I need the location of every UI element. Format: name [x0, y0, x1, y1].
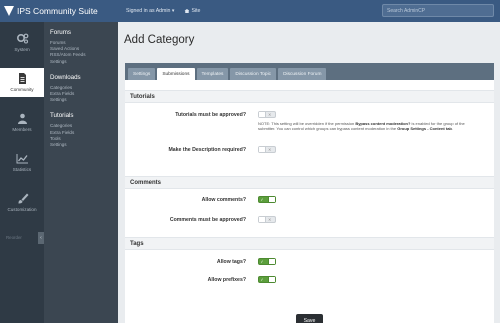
gears-icon: [16, 33, 28, 44]
nav-item-community[interactable]: Community: [0, 68, 44, 97]
tutorials-approve-toggle[interactable]: ✕: [258, 111, 276, 118]
comments-approve-toggle[interactable]: ✕: [258, 216, 276, 223]
toggle-knob: [268, 197, 275, 202]
allow-comments-toggle[interactable]: ✓: [258, 196, 276, 203]
note-text: .: [451, 126, 453, 132]
tutorials-settings: Tutorials must be approved? ✕ NOTE: This…: [125, 103, 494, 176]
nav-item-statistics[interactable]: Statistics: [0, 148, 44, 177]
section-heading-tags: Tags: [125, 237, 494, 250]
tags-settings: Allow tags? ✓ Allow prefixes? ✓: [125, 250, 494, 295]
nav-item-members[interactable]: Members: [0, 108, 44, 137]
subnav-group-forums: Forums Forums Saved Actions RSS/Atom Fee…: [44, 29, 118, 65]
toggle-knob: [259, 112, 266, 117]
allow-prefixes-toggle[interactable]: ✓: [258, 276, 276, 283]
chevron-left-icon: ‹: [40, 235, 42, 241]
nav-item-label: Statistics: [12, 167, 32, 172]
comments-approve-label: Comments must be approved?: [169, 217, 246, 223]
check-icon: ✓: [260, 197, 264, 202]
description-required-label: Make the Description required?: [168, 147, 246, 153]
top-bar: IPS Community Suite Signed in as Admin ▾…: [0, 0, 500, 22]
nav-item-system[interactable]: System: [0, 28, 44, 57]
secondary-nav: Forums Forums Saved Actions RSS/Atom Fee…: [44, 22, 118, 323]
nav-item-label: Members: [12, 127, 32, 132]
subnav-group-downloads: Downloads Categories Extra Fields Settin…: [44, 74, 118, 104]
allow-tags-toggle[interactable]: ✓: [258, 258, 276, 265]
site-link[interactable]: Site: [184, 8, 200, 14]
category-form: Settings Submissions Templates Discussio…: [125, 63, 494, 323]
comments-settings: Allow comments? ✓ Comments must be appro…: [125, 189, 494, 237]
home-icon: [184, 9, 190, 13]
reorder-menu-button[interactable]: Reorder: [6, 235, 22, 240]
tab-discussion-topic[interactable]: Discussion Topic: [230, 68, 277, 80]
toggle-knob: [268, 259, 275, 264]
chart-icon: [16, 154, 28, 164]
nav-item-label: System: [14, 47, 30, 52]
tab-templates[interactable]: Templates: [196, 68, 229, 80]
subnav-heading: Tutorials: [50, 112, 74, 120]
search-input[interactable]: [382, 4, 494, 17]
subnav-heading: Downloads: [50, 73, 81, 81]
tab-submissions[interactable]: Submissions: [157, 68, 195, 80]
section-heading-comments: Comments: [125, 176, 494, 189]
toggle-knob: [259, 147, 266, 152]
site-label: Site: [191, 8, 201, 14]
section-heading-tutorials: Tutorials: [125, 90, 494, 103]
allow-tags-label: Allow tags?: [216, 259, 246, 265]
toggle-knob: [268, 277, 275, 282]
subnav-link[interactable]: Settings: [50, 142, 118, 148]
nav-item-label: Community: [10, 87, 34, 92]
allow-prefixes-label: Allow prefixes?: [207, 277, 246, 283]
subnav-link[interactable]: Settings: [50, 59, 118, 65]
tab-settings[interactable]: Settings: [128, 68, 156, 80]
nav-item-customization[interactable]: Customization: [0, 188, 44, 217]
check-icon: ✓: [260, 259, 264, 264]
reorder-label: Reorder: [6, 235, 22, 240]
x-icon: ✕: [268, 217, 272, 222]
allow-comments-label: Allow comments?: [201, 197, 246, 203]
page-title: Add Category: [124, 34, 195, 46]
brush-icon: [18, 193, 28, 204]
users-icon: [17, 113, 27, 124]
subnav-group-tutorials: Tutorials Categories Extra Fields Tools …: [44, 112, 118, 148]
tab-discussion-forum[interactable]: Discussion Forum: [278, 68, 327, 80]
nav-item-label: Customization: [7, 207, 37, 212]
toggle-knob: [259, 217, 266, 222]
signed-in-menu[interactable]: Signed in as Admin ▾: [126, 8, 174, 14]
group-settings-link[interactable]: Group Settings - Content tab: [397, 126, 452, 131]
subnav-heading: Forums: [50, 29, 71, 36]
document-icon: [18, 73, 26, 84]
tutorials-approve-label: Tutorials must be approved?: [175, 112, 246, 118]
app-title: IPS Community Suite: [17, 6, 98, 16]
subnav-link[interactable]: Settings: [50, 97, 118, 103]
description-required-toggle[interactable]: ✕: [258, 146, 276, 153]
app-logo[interactable]: IPS Community Suite: [0, 6, 118, 16]
check-icon: ✓: [260, 277, 264, 282]
x-icon: ✕: [268, 112, 272, 117]
form-tabs: Settings Submissions Templates Discussio…: [125, 63, 494, 80]
main-content: Add Category Settings Submissions Templa…: [118, 22, 500, 323]
ips-logo-icon: [4, 6, 14, 16]
primary-nav: System Community Members Statistics Cust…: [0, 22, 44, 323]
x-icon: ✕: [268, 147, 272, 152]
save-button[interactable]: Save: [296, 314, 323, 323]
moderation-note: NOTE: This setting will be overridden if…: [258, 121, 483, 131]
